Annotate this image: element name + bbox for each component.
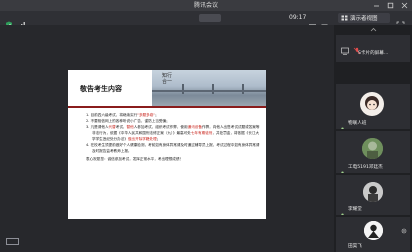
shared-screen-area: 敬告考生内容 知行 合一 1. 目前四六级考试，将继续实行"多题多卷"； 2. 不… (0, 25, 334, 252)
brand-logo (6, 238, 19, 245)
presenter-view-button[interactable]: 演示者视图 (338, 13, 390, 23)
notice-highlight: 代替 (108, 125, 116, 129)
avatar (364, 221, 383, 240)
slide-closing-note: 衷心祝愿您：诚信参加考试，发挥正常水平，考出理想成绩！ (86, 157, 184, 161)
meeting-toolbar: 09:17 演示者视图 (0, 11, 412, 30)
info-icon[interactable] (309, 15, 316, 30)
notice-highlight: "多题多卷" (137, 113, 155, 117)
maximize-icon[interactable] (387, 2, 394, 9)
bridge-pillar (242, 84, 244, 94)
participant-sidebar: S卡片的屏幕... 物联人班 工电5191邓廷杰 李耀堂 田昊飞 (334, 25, 412, 252)
participant-tile-screen-share[interactable]: S卡片的屏幕... (336, 35, 410, 62)
slide-heading: 敬告考生内容 (80, 85, 122, 93)
screen-share-icon (341, 47, 349, 55)
participant-tile[interactable]: 工电5191邓廷杰 (336, 131, 410, 173)
chevron-up-icon[interactable] (336, 25, 410, 34)
participant-tile[interactable]: 田昊飞 (336, 217, 410, 252)
meeting-info-pill[interactable] (199, 14, 221, 22)
notice-highlight: 替他 (126, 125, 134, 129)
notice-text: 人参加考试，组织考试作弊，使用 (133, 125, 188, 129)
avatar (362, 138, 383, 159)
notice-text: 2. 不要相信网上的各种听说小广告，谨防上当受骗； (86, 119, 170, 123)
window-title: 腾讯会议 (193, 2, 218, 9)
notice-highlight: 做出开除学籍处理 (127, 137, 157, 141)
mic-icon (339, 119, 346, 129)
notice-text: 3. 凡是请他人 (86, 125, 109, 129)
close-icon[interactable] (401, 2, 408, 9)
signal-icon[interactable] (18, 14, 26, 29)
presentation-slide: 敬告考生内容 知行 合一 1. 目前四六级考试，将继续实行"多题多卷"； 2. 不… (68, 70, 266, 219)
slide-notice-item: 4. 在校考生须提前做好个人健康检测，考前如有身体异常请及时通过辅导员上报，考试… (86, 142, 260, 154)
mic-icon (339, 163, 346, 173)
participant-name: 物联人班 (348, 121, 367, 126)
presenter-view-label: 演示者视图 (350, 16, 378, 22)
minimize-icon[interactable] (373, 2, 380, 9)
window-controls (373, 1, 408, 10)
bridge-deck (152, 90, 266, 92)
slide-notice-list: 1. 目前四六级考试，将继续实行"多题多卷"； 2. 不要相信网上的各种听说小广告… (86, 112, 260, 162)
expand-icon[interactable] (396, 14, 405, 29)
notice-text: 1. 目前四六级考试，将继续实行 (86, 113, 138, 117)
hand-icon[interactable] (321, 15, 328, 30)
calligraphy-caption: 知行 合一 (162, 73, 173, 85)
gear-icon[interactable] (401, 219, 407, 234)
notice-text: ； (156, 137, 161, 141)
slide-divider (68, 106, 266, 108)
shield-icon[interactable] (5, 14, 13, 29)
slide-notice-item: 3. 凡是请他人代替考试，替他人参加考试，组织考试作弊，使用通讯设备作弊，向他人… (86, 124, 260, 142)
notice-highlight: 通讯设备 (187, 125, 202, 129)
notice-text: ； (154, 113, 159, 117)
notice-highlight: 七年有期徒刑 (190, 131, 213, 135)
participant-name: 李耀堂 (348, 207, 362, 212)
notice-text: 考试， (115, 125, 127, 129)
participant-name: S卡片的屏幕... (358, 51, 389, 56)
meeting-timer: 09:17 (289, 14, 307, 21)
participant-tile[interactable]: 李耀堂 (336, 175, 410, 215)
bridge-photo: 知行 合一 (152, 70, 266, 106)
grid-icon (341, 15, 348, 21)
avatar (363, 182, 383, 202)
bridge-pillar (212, 84, 214, 94)
participant-name: 工电5191邓廷杰 (348, 165, 383, 170)
notice-text: 4. 在校考生须提前做好个人健康检测，考前如有身体异常请及时通过辅导员上报，考试… (86, 143, 260, 153)
participant-name: 田昊飞 (348, 244, 362, 249)
participant-tile[interactable]: 物联人班 (336, 84, 410, 129)
mic-icon (339, 205, 346, 215)
bridge-pillar (182, 84, 184, 94)
avatar (360, 92, 384, 116)
